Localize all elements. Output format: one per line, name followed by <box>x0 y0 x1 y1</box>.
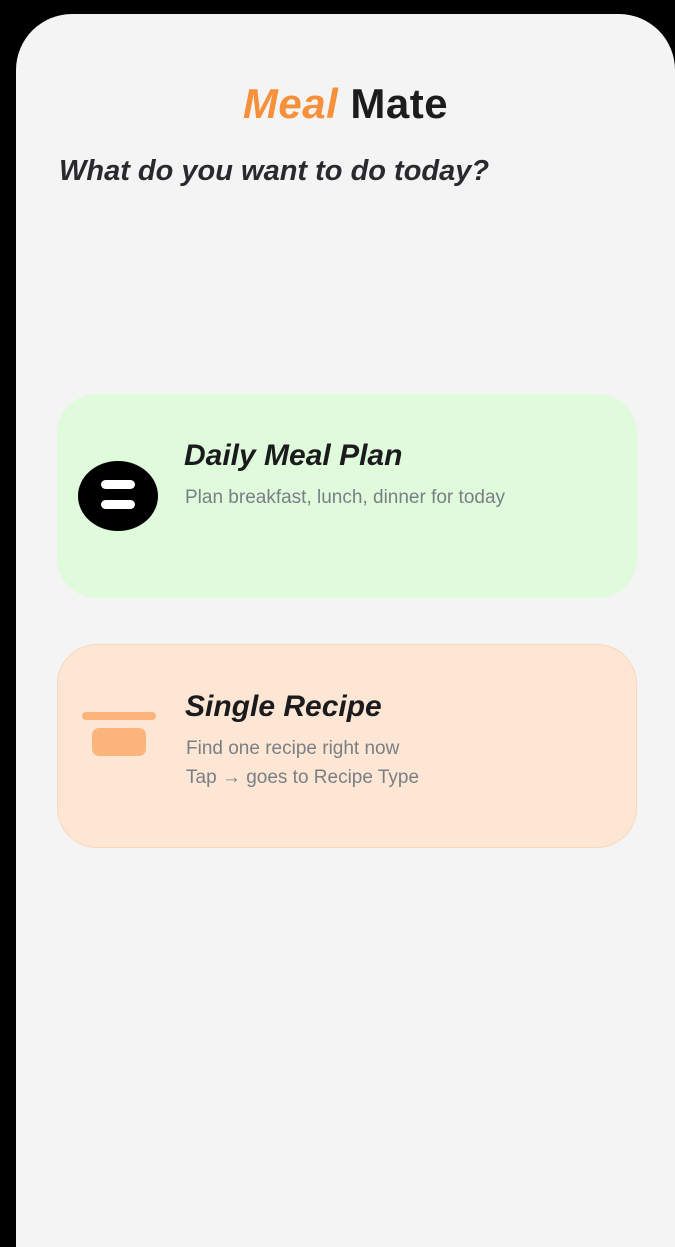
daily-meal-plan-card[interactable]: Daily Meal Plan Plan breakfast, lunch, d… <box>57 394 637 598</box>
logo-word-meal: Meal <box>242 80 339 127</box>
logo-word-mate: Mate <box>350 80 449 127</box>
single-recipe-title: Single Recipe <box>185 690 382 723</box>
app-screen: Meal Mate What do you want to do today? … <box>16 14 675 1247</box>
single-recipe-hint: Tap → goes to Recipe Type <box>186 767 420 788</box>
single-recipe-card[interactable]: Single Recipe Find one recipe right now … <box>57 644 637 848</box>
app-logo: Meal Mate <box>16 80 675 128</box>
page-prompt: What do you want to do today? <box>59 155 490 187</box>
recipe-bowl-icon <box>82 712 156 756</box>
single-recipe-description: Find one recipe right now <box>186 738 400 759</box>
meal-plan-icon <box>78 461 158 531</box>
daily-meal-plan-title: Daily Meal Plan <box>184 439 403 472</box>
daily-meal-plan-description: Plan breakfast, lunch, dinner for today <box>185 487 506 508</box>
